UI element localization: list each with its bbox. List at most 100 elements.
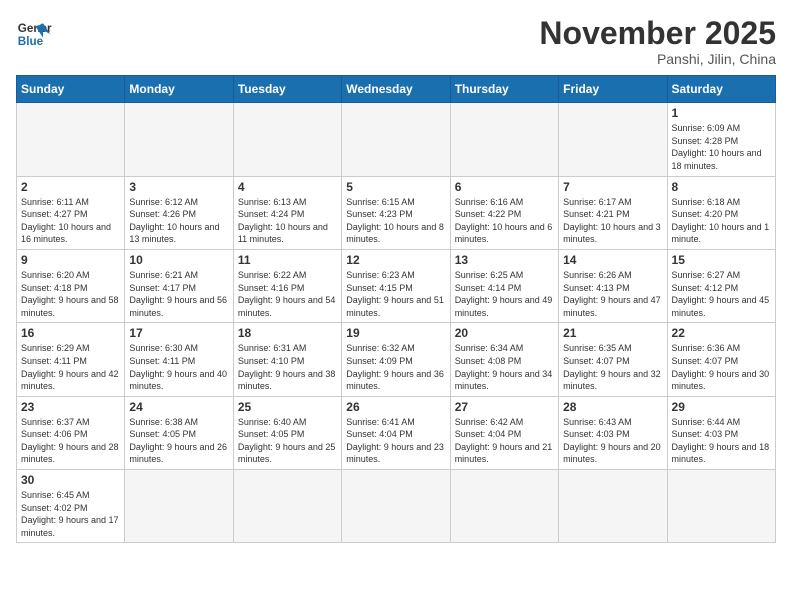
calendar-row: 9 Sunrise: 6:20 AM Sunset: 4:18 PM Daylig…: [17, 249, 776, 322]
day-number: 21: [563, 326, 662, 340]
day-info: Sunrise: 6:20 AM Sunset: 4:18 PM Dayligh…: [21, 269, 120, 319]
day-number: 17: [129, 326, 228, 340]
table-row: 22 Sunrise: 6:36 AM Sunset: 4:07 PM Dayli…: [667, 323, 775, 396]
day-info: Sunrise: 6:11 AM Sunset: 4:27 PM Dayligh…: [21, 196, 120, 246]
table-row: 19 Sunrise: 6:32 AM Sunset: 4:09 PM Dayli…: [342, 323, 450, 396]
day-number: 11: [238, 253, 337, 267]
table-row: 10 Sunrise: 6:21 AM Sunset: 4:17 PM Dayli…: [125, 249, 233, 322]
table-row: [450, 470, 558, 543]
table-row: [125, 470, 233, 543]
calendar-title: November 2025: [539, 16, 776, 51]
day-info: Sunrise: 6:29 AM Sunset: 4:11 PM Dayligh…: [21, 342, 120, 392]
day-number: 15: [672, 253, 771, 267]
table-row: [233, 470, 341, 543]
table-row: [559, 470, 667, 543]
day-info: Sunrise: 6:15 AM Sunset: 4:23 PM Dayligh…: [346, 196, 445, 246]
day-number: 26: [346, 400, 445, 414]
table-row: [559, 103, 667, 176]
day-info: Sunrise: 6:27 AM Sunset: 4:12 PM Dayligh…: [672, 269, 771, 319]
day-info: Sunrise: 6:17 AM Sunset: 4:21 PM Dayligh…: [563, 196, 662, 246]
table-row: 9 Sunrise: 6:20 AM Sunset: 4:18 PM Daylig…: [17, 249, 125, 322]
table-row: [667, 470, 775, 543]
day-info: Sunrise: 6:32 AM Sunset: 4:09 PM Dayligh…: [346, 342, 445, 392]
col-wednesday: Wednesday: [342, 76, 450, 103]
table-row: 12Sunrise: 6:23 AM Sunset: 4:15 PM Dayli…: [342, 249, 450, 322]
day-number: 20: [455, 326, 554, 340]
day-number: 29: [672, 400, 771, 414]
day-number: 30: [21, 473, 120, 487]
day-number: 27: [455, 400, 554, 414]
table-row: 5Sunrise: 6:15 AM Sunset: 4:23 PM Daylig…: [342, 176, 450, 249]
day-info: Sunrise: 6:13 AM Sunset: 4:24 PM Dayligh…: [238, 196, 337, 246]
table-row: 1Sunrise: 6:09 AM Sunset: 4:28 PM Daylig…: [667, 103, 775, 176]
day-info: Sunrise: 6:34 AM Sunset: 4:08 PM Dayligh…: [455, 342, 554, 392]
table-row: 30 Sunrise: 6:45 AM Sunset: 4:02 PM Dayli…: [17, 470, 125, 543]
table-row: [125, 103, 233, 176]
page-header: General Blue November 2025 Panshi, Jilin…: [16, 16, 776, 67]
table-row: 6Sunrise: 6:16 AM Sunset: 4:22 PM Daylig…: [450, 176, 558, 249]
table-row: 13Sunrise: 6:25 AM Sunset: 4:14 PM Dayli…: [450, 249, 558, 322]
logo: General Blue: [16, 16, 52, 52]
day-number: 10: [129, 253, 228, 267]
table-row: 17 Sunrise: 6:30 AM Sunset: 4:11 PM Dayli…: [125, 323, 233, 396]
day-number: 4: [238, 180, 337, 194]
day-info: Sunrise: 6:22 AM Sunset: 4:16 PM Dayligh…: [238, 269, 337, 319]
day-info: Sunrise: 6:26 AM Sunset: 4:13 PM Dayligh…: [563, 269, 662, 319]
table-row: 20 Sunrise: 6:34 AM Sunset: 4:08 PM Dayli…: [450, 323, 558, 396]
table-row: 11 Sunrise: 6:22 AM Sunset: 4:16 PM Dayli…: [233, 249, 341, 322]
day-info: Sunrise: 6:31 AM Sunset: 4:10 PM Dayligh…: [238, 342, 337, 392]
day-info: Sunrise: 6:40 AM Sunset: 4:05 PM Dayligh…: [238, 416, 337, 466]
table-row: 14 Sunrise: 6:26 AM Sunset: 4:13 PM Dayli…: [559, 249, 667, 322]
table-row: 21Sunrise: 6:35 AM Sunset: 4:07 PM Dayli…: [559, 323, 667, 396]
day-info: Sunrise: 6:37 AM Sunset: 4:06 PM Dayligh…: [21, 416, 120, 466]
day-info: Sunrise: 6:41 AM Sunset: 4:04 PM Dayligh…: [346, 416, 445, 466]
table-row: [450, 103, 558, 176]
table-row: [342, 470, 450, 543]
table-row: 29 Sunrise: 6:44 AM Sunset: 4:03 PM Dayli…: [667, 396, 775, 469]
day-number: 9: [21, 253, 120, 267]
table-row: 16Sunrise: 6:29 AM Sunset: 4:11 PM Dayli…: [17, 323, 125, 396]
day-number: 14: [563, 253, 662, 267]
day-info: Sunrise: 6:42 AM Sunset: 4:04 PM Dayligh…: [455, 416, 554, 466]
day-info: Sunrise: 6:18 AM Sunset: 4:20 PM Dayligh…: [672, 196, 771, 246]
day-number: 23: [21, 400, 120, 414]
day-info: Sunrise: 6:21 AM Sunset: 4:17 PM Dayligh…: [129, 269, 228, 319]
table-row: 15 Sunrise: 6:27 AM Sunset: 4:12 PM Dayli…: [667, 249, 775, 322]
day-number: 7: [563, 180, 662, 194]
day-info: Sunrise: 6:45 AM Sunset: 4:02 PM Dayligh…: [21, 489, 120, 539]
day-number: 8: [672, 180, 771, 194]
col-friday: Friday: [559, 76, 667, 103]
day-info: Sunrise: 6:30 AM Sunset: 4:11 PM Dayligh…: [129, 342, 228, 392]
weekday-header-row: Sunday Monday Tuesday Wednesday Thursday…: [17, 76, 776, 103]
table-row: [17, 103, 125, 176]
table-row: 25 Sunrise: 6:40 AM Sunset: 4:05 PM Dayli…: [233, 396, 341, 469]
day-number: 6: [455, 180, 554, 194]
day-number: 28: [563, 400, 662, 414]
col-sunday: Sunday: [17, 76, 125, 103]
title-block: November 2025 Panshi, Jilin, China: [539, 16, 776, 67]
svg-text:General: General: [18, 22, 52, 35]
day-info: Sunrise: 6:12 AM Sunset: 4:26 PM Dayligh…: [129, 196, 228, 246]
day-number: 25: [238, 400, 337, 414]
table-row: 4 Sunrise: 6:13 AM Sunset: 4:24 PM Daylig…: [233, 176, 341, 249]
day-number: 22: [672, 326, 771, 340]
table-row: 8 Sunrise: 6:18 AM Sunset: 4:20 PM Daylig…: [667, 176, 775, 249]
calendar-row: 30 Sunrise: 6:45 AM Sunset: 4:02 PM Dayli…: [17, 470, 776, 543]
calendar-subtitle: Panshi, Jilin, China: [539, 51, 776, 67]
col-monday: Monday: [125, 76, 233, 103]
day-info: Sunrise: 6:43 AM Sunset: 4:03 PM Dayligh…: [563, 416, 662, 466]
day-info: Sunrise: 6:44 AM Sunset: 4:03 PM Dayligh…: [672, 416, 771, 466]
day-number: 19: [346, 326, 445, 340]
col-thursday: Thursday: [450, 76, 558, 103]
calendar-row: 23 Sunrise: 6:37 AM Sunset: 4:06 PM Dayli…: [17, 396, 776, 469]
svg-text:Blue: Blue: [18, 35, 44, 48]
day-info: Sunrise: 6:36 AM Sunset: 4:07 PM Dayligh…: [672, 342, 771, 392]
table-row: 24Sunrise: 6:38 AM Sunset: 4:05 PM Dayli…: [125, 396, 233, 469]
logo-icon: General Blue: [16, 16, 52, 52]
table-row: [233, 103, 341, 176]
calendar-row: 2Sunrise: 6:11 AM Sunset: 4:27 PM Daylig…: [17, 176, 776, 249]
table-row: 3Sunrise: 6:12 AM Sunset: 4:26 PM Daylig…: [125, 176, 233, 249]
col-saturday: Saturday: [667, 76, 775, 103]
table-row: [342, 103, 450, 176]
table-row: 26 Sunrise: 6:41 AM Sunset: 4:04 PM Dayli…: [342, 396, 450, 469]
